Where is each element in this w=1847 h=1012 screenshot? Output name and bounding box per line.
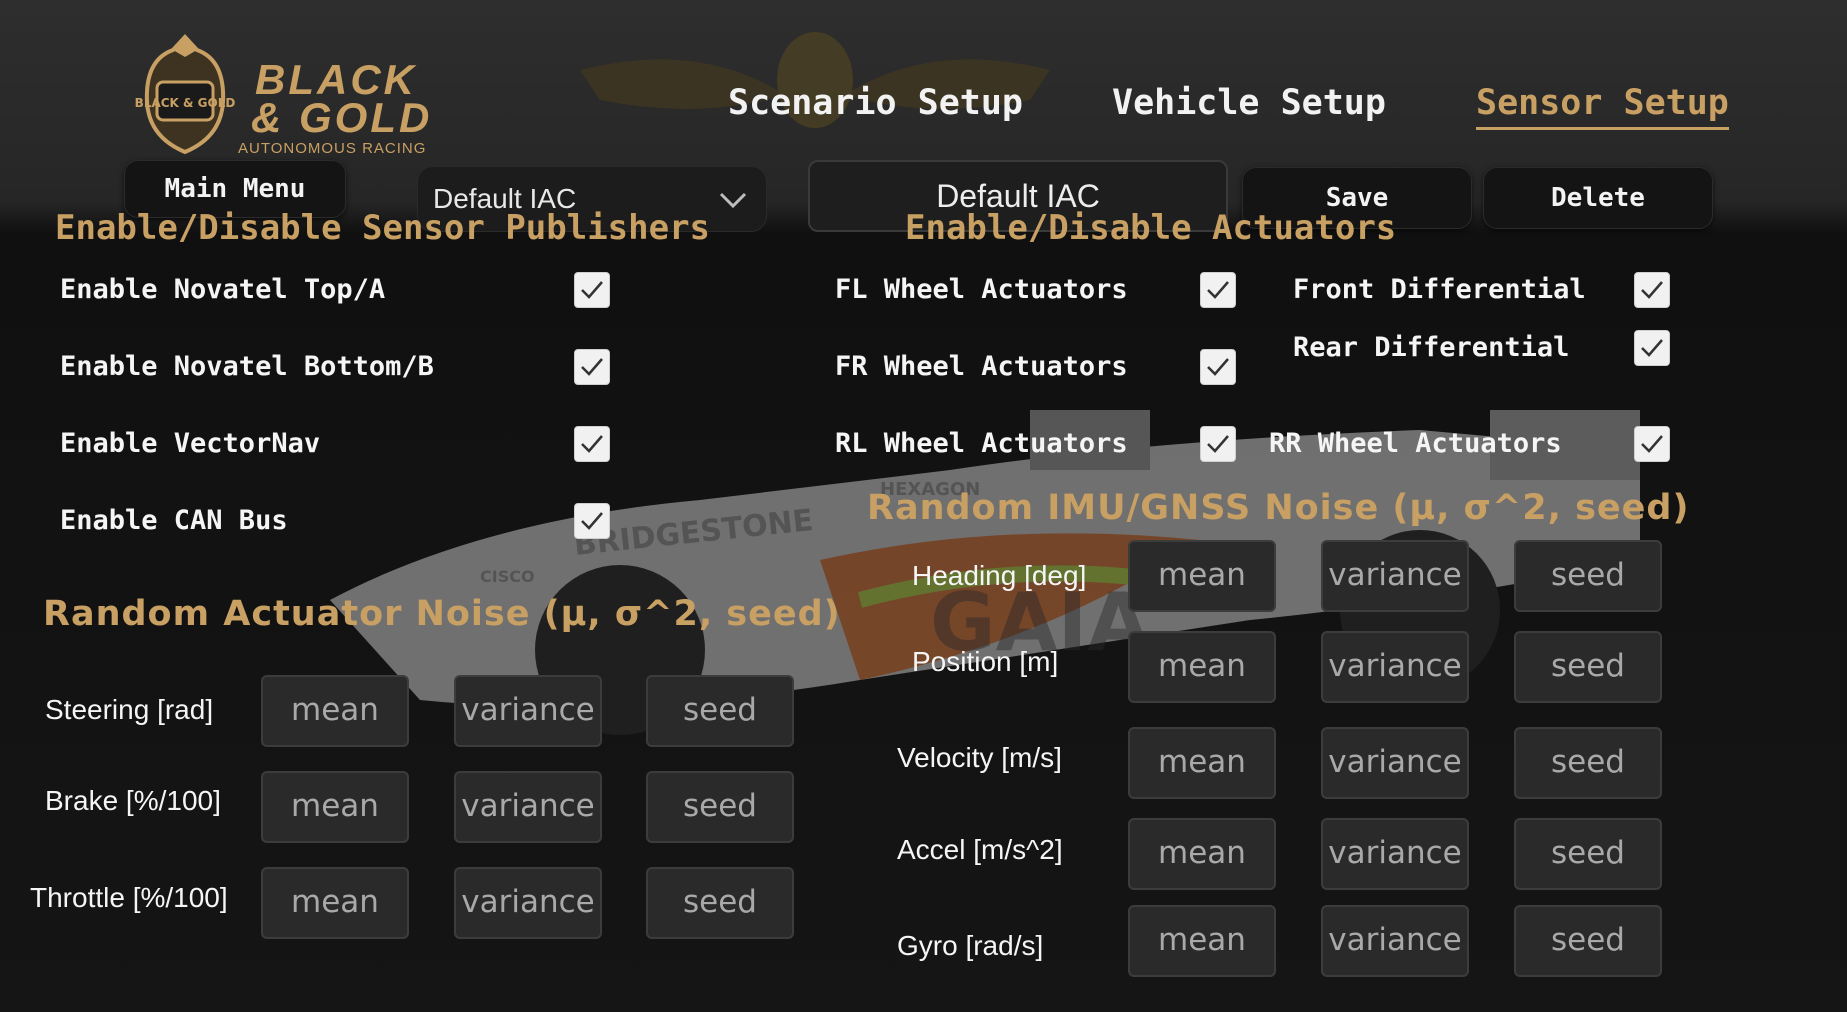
brake-seed-input[interactable]: seed [646,771,794,843]
knight-helmet-icon: BLACK & GOLD [135,34,235,155]
throttle-seed-input[interactable]: seed [646,867,794,939]
steering-variance-input[interactable]: variance [454,675,602,747]
novatel-bottom-checkbox[interactable] [574,349,610,385]
vectornav-checkbox[interactable] [574,426,610,462]
can-bus-checkbox[interactable] [574,503,610,539]
position-variance-input[interactable]: variance [1321,631,1469,703]
gyro-noise-label: Gyro [rad/s] [897,930,1044,961]
position-seed-input[interactable]: seed [1514,631,1662,703]
gyro-variance-input[interactable]: variance [1321,905,1469,977]
position-noise-label: Position [m] [912,646,1059,677]
svg-text:BLACK & GOLD: BLACK & GOLD [135,96,235,110]
checkmark-icon [1641,281,1663,299]
fl-wheel-label: FL Wheel Actuators [835,274,1128,305]
velocity-seed-input[interactable]: seed [1514,727,1662,799]
rr-wheel-label: RR Wheel Actuators [1269,428,1562,459]
throttle-variance-input[interactable]: variance [454,867,602,939]
imu-noise-heading: Random IMU/GNSS Noise (μ, σ^2, seed) [867,488,1690,528]
sensor-publishers-heading: Enable/Disable Sensor Publishers [55,208,711,248]
brake-variance-input[interactable]: variance [454,771,602,843]
front-differential-label: Front Differential [1293,274,1586,305]
rear-differential-checkbox[interactable] [1634,330,1670,366]
gyro-mean-input[interactable]: mean [1128,905,1276,977]
velocity-mean-input[interactable]: mean [1128,727,1276,799]
accel-variance-input[interactable]: variance [1321,818,1469,890]
position-mean-input[interactable]: mean [1128,631,1276,703]
accel-noise-label: Accel [m/s^2] [897,834,1063,865]
throttle-noise-label: Throttle [%/100] [30,882,228,913]
gyro-seed-input[interactable]: seed [1514,905,1662,977]
novatel-top-label: Enable Novatel Top/A [60,274,386,305]
tab-vehicle-setup[interactable]: Vehicle Setup [1112,83,1386,123]
vectornav-label: Enable VectorNav [60,428,321,459]
velocity-variance-input[interactable]: variance [1321,727,1469,799]
rear-differential-label: Rear Differential [1293,332,1570,363]
steering-mean-input[interactable]: mean [261,675,409,747]
checkmark-icon [581,281,603,299]
rr-wheel-checkbox[interactable] [1634,426,1670,462]
throttle-mean-input[interactable]: mean [261,867,409,939]
can-bus-label: Enable CAN Bus [60,505,288,536]
accel-mean-input[interactable]: mean [1128,818,1276,890]
accel-seed-input[interactable]: seed [1514,818,1662,890]
actuator-noise-heading: Random Actuator Noise (μ, σ^2, seed) [43,594,841,634]
brake-mean-input[interactable]: mean [261,771,409,843]
tab-scenario-setup[interactable]: Scenario Setup [728,83,1023,123]
checkmark-icon [1641,339,1663,357]
brand-logo: BLACK & GOLD BLACK & GOLD AUTONOMOUS RAC… [135,32,455,162]
checkmark-icon [581,435,603,453]
actuators-heading: Enable/Disable Actuators [905,208,1397,248]
fr-wheel-checkbox[interactable] [1200,349,1236,385]
checkmark-icon [1207,358,1229,376]
rl-wheel-label: RL Wheel Actuators [835,428,1128,459]
brake-noise-label: Brake [%/100] [45,785,221,816]
steering-seed-input[interactable]: seed [646,675,794,747]
novatel-top-checkbox[interactable] [574,272,610,308]
heading-mean-input[interactable]: mean [1128,540,1276,612]
front-differential-checkbox[interactable] [1634,272,1670,308]
rl-wheel-checkbox[interactable] [1200,426,1236,462]
fr-wheel-label: FR Wheel Actuators [835,351,1128,382]
checkmark-icon [581,512,603,530]
fl-wheel-checkbox[interactable] [1200,272,1236,308]
logo-line-2: & GOLD [251,94,433,141]
sponsor-text: CISCO [480,567,535,586]
chevron-down-icon [719,192,747,209]
checkmark-icon [581,358,603,376]
novatel-bottom-label: Enable Novatel Bottom/B [60,351,434,382]
steering-noise-label: Steering [rad] [45,694,214,725]
heading-variance-input[interactable]: variance [1321,540,1469,612]
velocity-noise-label: Velocity [m/s] [897,742,1062,773]
logo-line-3: AUTONOMOUS RACING [238,140,427,157]
heading-seed-input[interactable]: seed [1514,540,1662,612]
checkmark-icon [1641,435,1663,453]
checkmark-icon [1207,435,1229,453]
heading-noise-label: Heading [deg] [912,560,1087,591]
tab-sensor-setup[interactable]: Sensor Setup [1476,83,1729,130]
checkmark-icon [1207,281,1229,299]
delete-button[interactable]: Delete [1483,167,1713,229]
